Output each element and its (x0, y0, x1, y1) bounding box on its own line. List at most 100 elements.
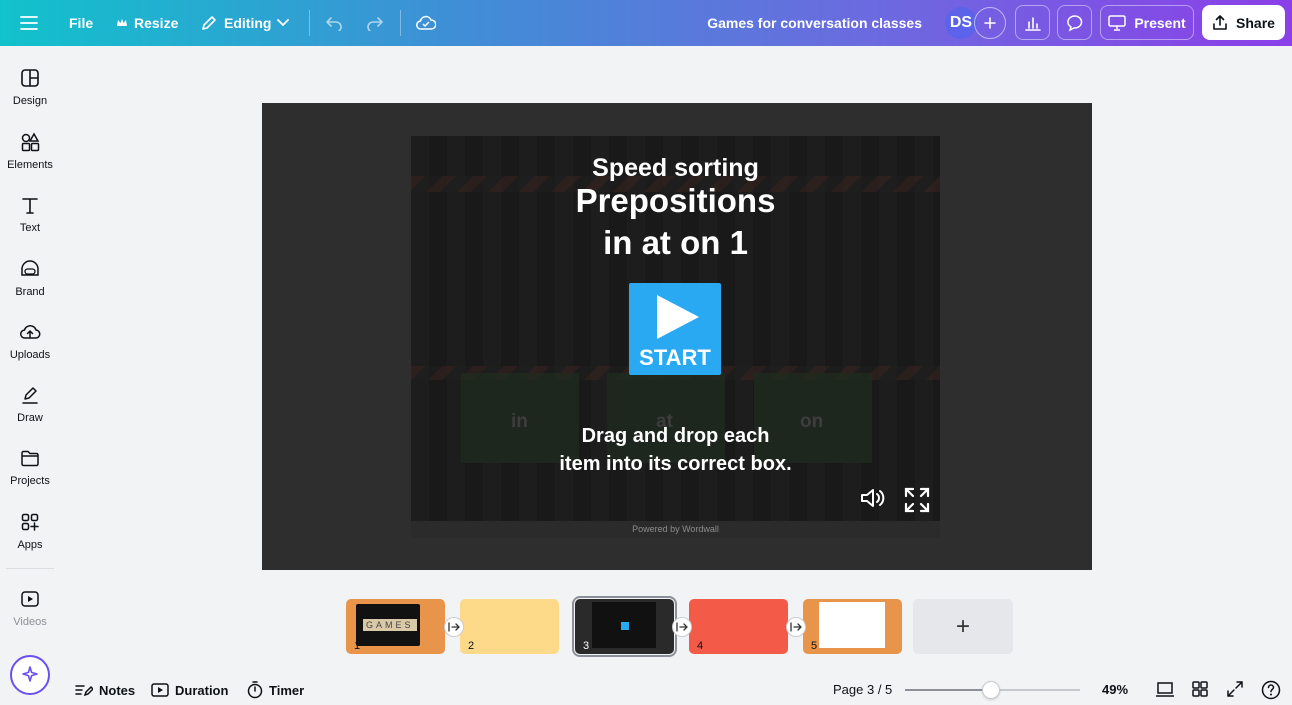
comments-button[interactable] (1057, 5, 1092, 40)
sidebar-item-label: Apps (17, 539, 43, 551)
resize-label: Resize (134, 15, 179, 31)
hamburger-icon (20, 16, 38, 30)
wordwall-embed[interactable]: in at on Speed sorting Prepositions in a… (411, 136, 940, 538)
game-subtitle-2: in at on 1 (603, 224, 748, 261)
page-thumbnail[interactable]: 4 (689, 599, 788, 654)
page-thumbnail-selected[interactable]: 3 (572, 596, 677, 657)
sidebar-item-label: Projects (10, 475, 50, 487)
help-button[interactable] (1261, 680, 1283, 700)
zoom-slider[interactable] (905, 681, 1080, 699)
timer-button[interactable]: Timer (247, 680, 304, 700)
present-icon (1108, 14, 1127, 31)
share-label: Share (1236, 14, 1275, 31)
notes-label: Notes (99, 682, 136, 698)
present-label: Present (1134, 14, 1186, 31)
magic-assistant-button[interactable] (10, 655, 50, 695)
file-menu[interactable]: File (69, 0, 93, 46)
text-icon (22, 198, 38, 214)
sidebar-item-text[interactable]: Text (0, 194, 60, 250)
duration-button[interactable]: Duration (151, 680, 228, 700)
expand-icon (1227, 681, 1243, 697)
game-subtitle: Prepositions (575, 182, 776, 219)
embed-footer[interactable]: Powered by Wordwall (411, 521, 940, 538)
fullscreen-toggle-button[interactable] (1226, 680, 1248, 700)
crown-icon (117, 19, 127, 26)
document-title[interactable]: Games for conversation classes (707, 0, 922, 46)
resize-button[interactable]: Resize (116, 0, 178, 46)
page-number: 5 (811, 640, 818, 652)
editing-mode-dropdown[interactable]: Editing (200, 0, 290, 46)
brand-icon (21, 260, 39, 276)
instruction-line: item into its correct box. (559, 453, 792, 475)
save-status-button[interactable] (416, 0, 436, 46)
sidebar-item-uploads[interactable]: Uploads (0, 321, 60, 377)
sidebar-item-label: Draw (17, 412, 43, 424)
duration-label: Duration (175, 682, 229, 698)
page-number: 2 (468, 640, 475, 652)
expand-icon (904, 487, 930, 513)
grid-icon (1192, 681, 1208, 697)
pencil-icon (202, 16, 216, 30)
sidebar-item-design[interactable]: Design (0, 67, 60, 123)
zoom-slider-fill (905, 689, 991, 691)
present-button[interactable]: Present (1100, 5, 1194, 40)
undo-button[interactable] (325, 0, 343, 46)
sound-button[interactable] (859, 486, 887, 515)
transition-button[interactable] (786, 617, 806, 637)
start-button[interactable]: START (629, 283, 721, 375)
sidebar-item-brand[interactable]: Brand (0, 258, 60, 314)
start-label: START (639, 345, 711, 370)
elements-icon (21, 132, 40, 152)
sidebar-item-label: Elements (7, 159, 53, 171)
sidebar-item-draw[interactable]: Draw (0, 384, 60, 440)
sparkle-icon (22, 666, 38, 682)
pages-view-icon (1156, 682, 1174, 697)
game-instructions: Drag and drop each item into its correct… (411, 422, 940, 478)
notes-button[interactable]: Notes (75, 680, 135, 700)
thumbnail-preview: GAMES (356, 604, 420, 646)
zoom-slider-handle[interactable] (982, 681, 1000, 699)
page-indicator[interactable]: Page 3 / 5 (833, 682, 892, 697)
left-sidebar: Design Elements Text Brand Uploads Draw … (0, 46, 60, 705)
avatar[interactable]: DS (945, 7, 977, 39)
transition-button[interactable] (444, 617, 464, 637)
sidebar-item-projects[interactable]: Projects (0, 447, 60, 503)
play-box-icon (151, 683, 169, 697)
play-icon (657, 295, 699, 339)
thumbnail-text: GAMES (363, 619, 417, 631)
toolbar-divider (309, 10, 310, 36)
thumbnail-start (621, 622, 629, 630)
page-thumbnail[interactable]: 2 (460, 599, 559, 654)
share-icon (1213, 14, 1227, 30)
zoom-value[interactable]: 49% (1102, 682, 1128, 697)
design-page[interactable]: in at on Speed sorting Prepositions in a… (262, 103, 1092, 570)
insights-button[interactable] (1015, 5, 1050, 40)
cloud-check-icon (416, 15, 436, 30)
folder-icon (21, 450, 39, 467)
redo-icon (367, 17, 384, 31)
notes-icon (75, 685, 93, 697)
transition-button[interactable] (672, 617, 692, 637)
sidebar-item-elements[interactable]: Elements (0, 131, 60, 187)
fullscreen-button[interactable] (903, 486, 931, 519)
share-button[interactable]: Share (1202, 5, 1285, 40)
menu-button[interactable] (20, 0, 38, 46)
redo-button[interactable] (366, 0, 384, 46)
add-page-button[interactable]: + (913, 599, 1013, 654)
editing-label: Editing (224, 15, 272, 31)
sidebar-item-apps[interactable]: Apps (0, 511, 60, 567)
transition-icon (676, 622, 688, 632)
grid-view-button[interactable] (1191, 680, 1213, 700)
pages-view-button[interactable] (1155, 680, 1177, 700)
invite-button[interactable] (974, 7, 1006, 39)
page-number: 1 (354, 640, 361, 652)
page-number: 3 (583, 640, 590, 652)
apps-icon (21, 513, 39, 531)
thumbnail-preview (592, 602, 656, 648)
toolbar-divider (400, 10, 401, 36)
page-thumbnail[interactable]: 5 (803, 599, 902, 654)
page-thumbnail[interactable]: GAMES 1 (346, 599, 445, 654)
transition-icon (790, 622, 802, 632)
sidebar-item-videos[interactable]: Videos (0, 588, 60, 644)
chevron-down-icon (277, 19, 290, 27)
